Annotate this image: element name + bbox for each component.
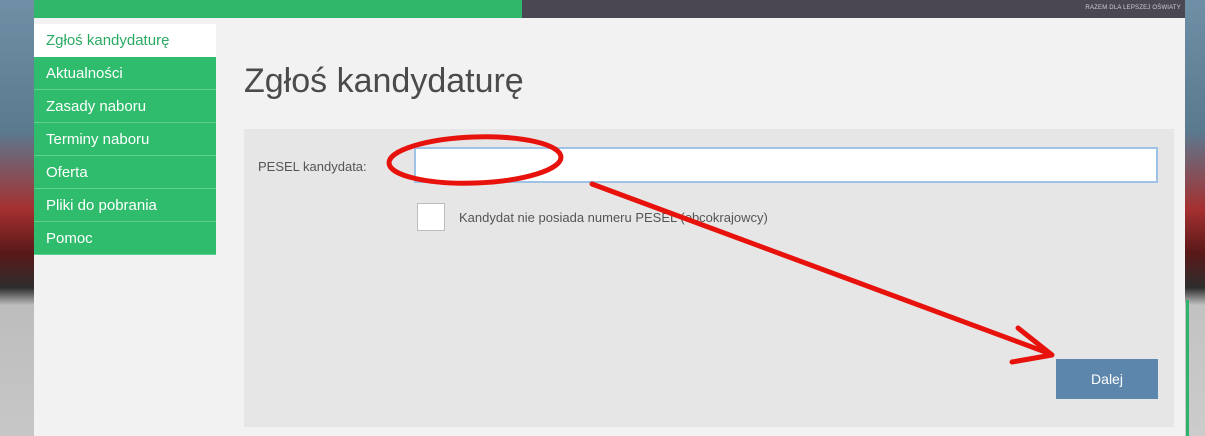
sidebar-item-zglos-kandydature[interactable]: Zgłoś kandydaturę <box>34 24 216 57</box>
sidebar-item-zasady-naboru[interactable]: Zasady naboru <box>34 90 216 123</box>
page-title: Zgłoś kandydaturę <box>244 62 524 100</box>
right-green-edge <box>1186 300 1189 436</box>
sidebar-item-pomoc[interactable]: Pomoc <box>34 222 216 255</box>
top-green-bar <box>34 0 522 18</box>
pesel-input[interactable] <box>414 147 1158 183</box>
pesel-label: PESEL kandydata: <box>258 159 367 174</box>
background-left-strip <box>0 0 34 436</box>
background-right-strip <box>1185 0 1205 436</box>
sidebar-item-pliki-do-pobrania[interactable]: Pliki do pobrania <box>34 189 216 222</box>
sidebar-item-terminy-naboru[interactable]: Terminy naboru <box>34 123 216 156</box>
top-dark-bar: RAZEM DLA LEPSZEJ OŚWIATY <box>522 0 1185 18</box>
sidebar-nav: Zgłoś kandydaturę Aktualności Zasady nab… <box>34 24 216 255</box>
next-button[interactable]: Dalej <box>1056 359 1158 399</box>
sidebar-item-oferta[interactable]: Oferta <box>34 156 216 189</box>
no-pesel-label: Kandydat nie posiada numeru PESEL (obcok… <box>459 210 768 225</box>
sidebar-item-aktualnosci[interactable]: Aktualności <box>34 57 216 90</box>
page: RAZEM DLA LEPSZEJ OŚWIATY Zgłoś kandydat… <box>0 0 1205 436</box>
no-pesel-checkbox[interactable] <box>417 203 445 231</box>
header-tagline: RAZEM DLA LEPSZEJ OŚWIATY <box>1085 5 1181 11</box>
main-content: Zgłoś kandydaturę Aktualności Zasady nab… <box>34 18 1185 436</box>
candidate-form: PESEL kandydata: Kandydat nie posiada nu… <box>244 129 1174 427</box>
